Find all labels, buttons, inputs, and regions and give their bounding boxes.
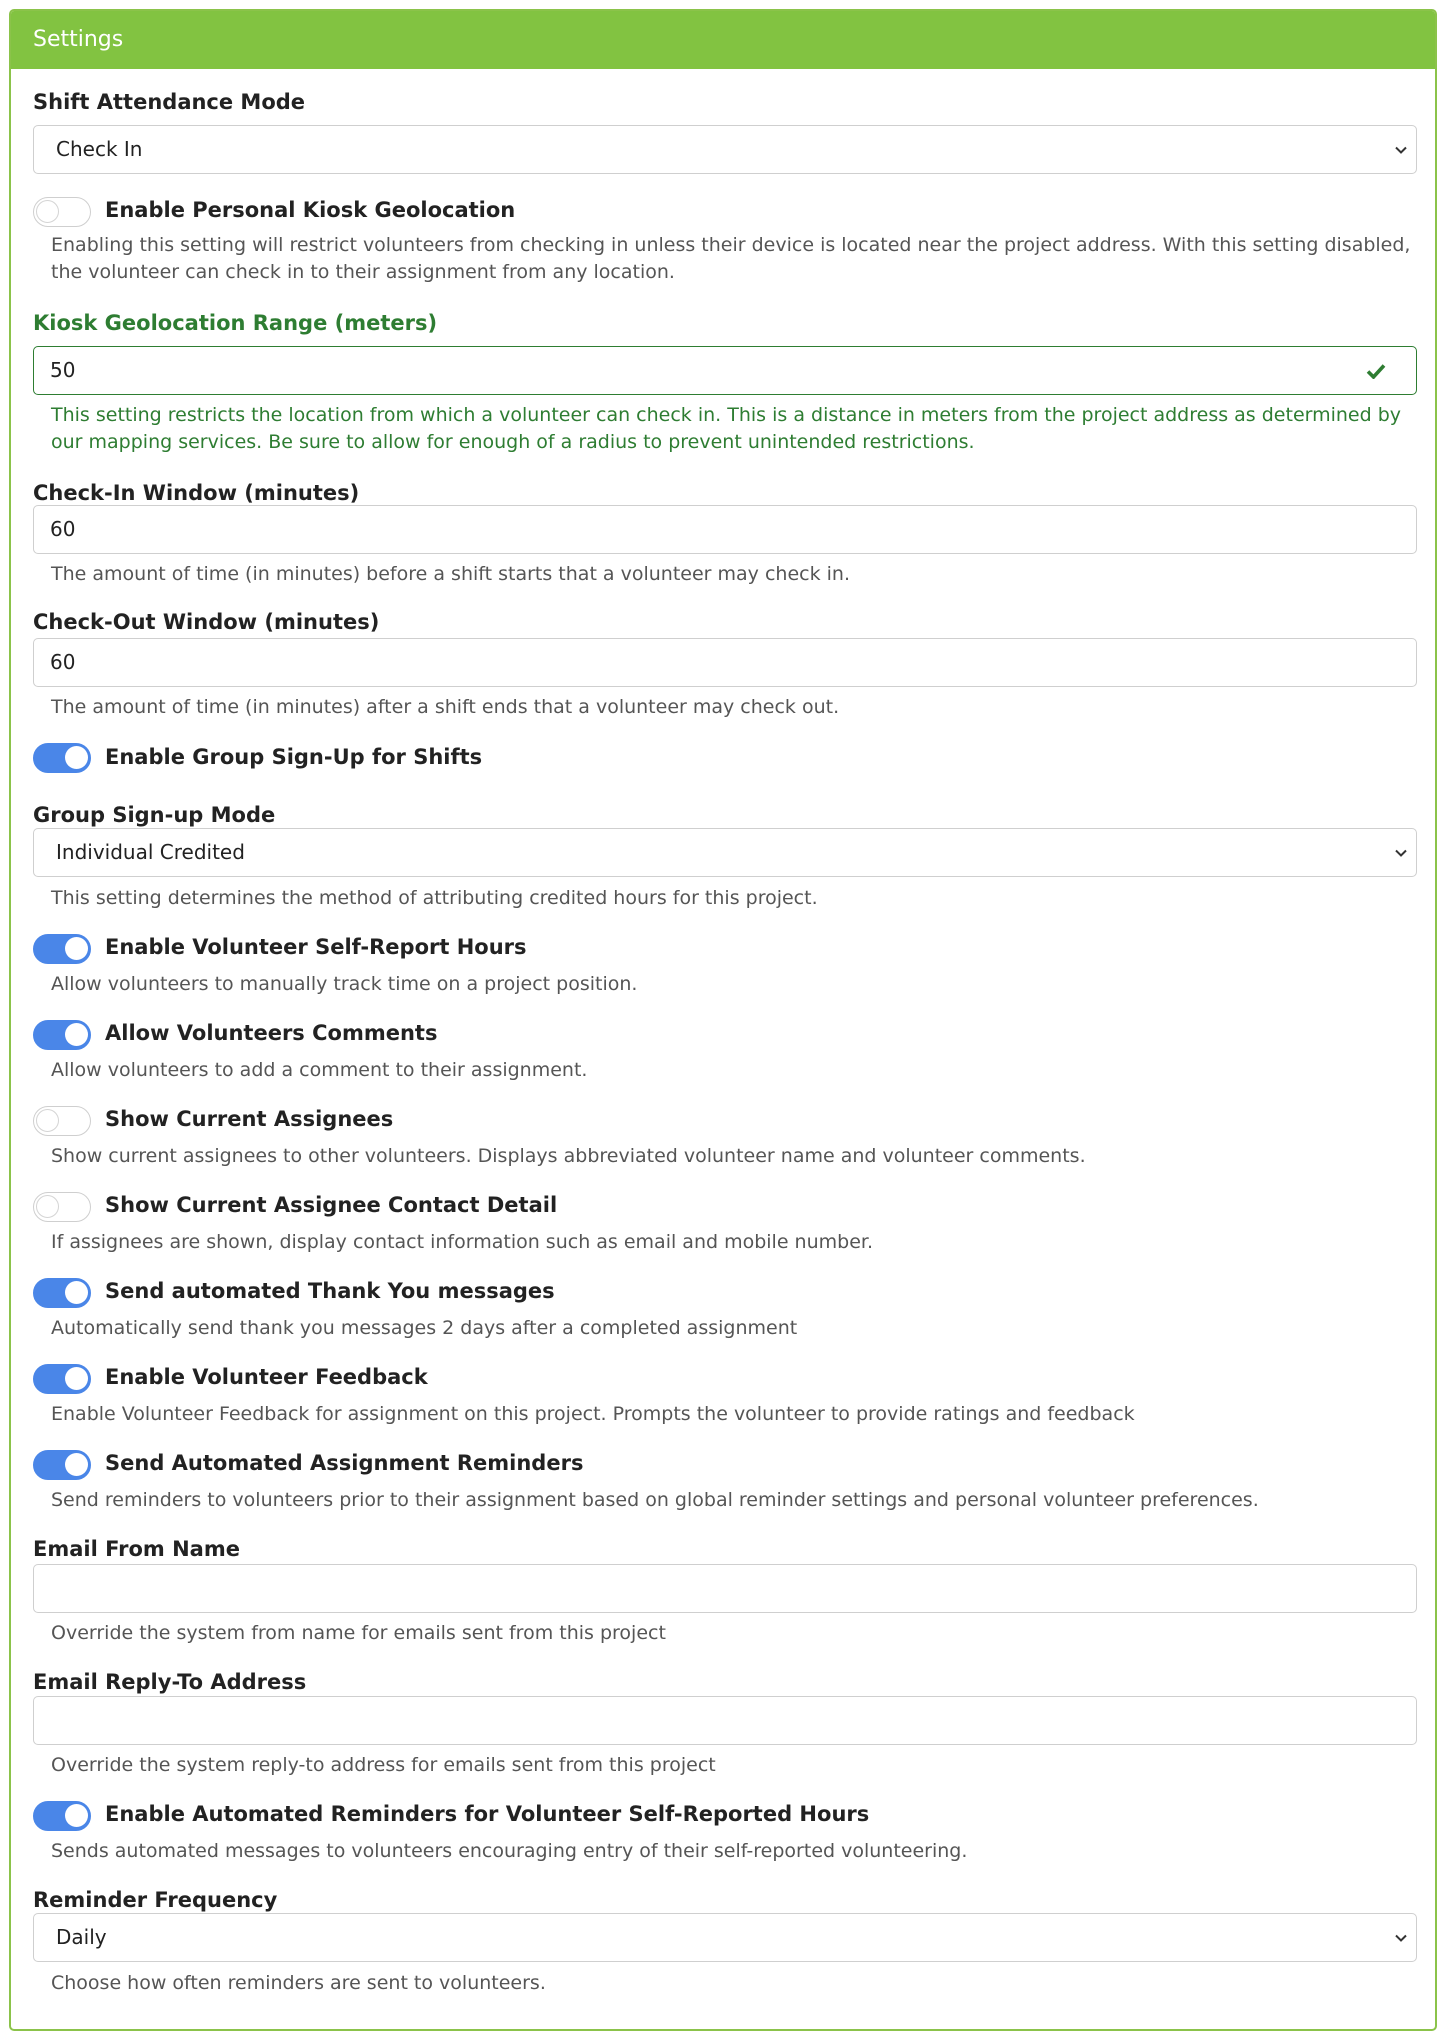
chevron-down-icon: [1392, 1914, 1410, 1961]
show-assignees-help: Show current assignees to other voluntee…: [51, 1145, 1086, 1167]
reply-to-input[interactable]: [33, 1696, 1417, 1745]
card-title: Settings: [33, 27, 124, 52]
checkin-window-value: 60: [50, 517, 76, 541]
reminder-frequency-label: Reminder Frequency: [33, 1888, 278, 1912]
group-mode-select[interactable]: Individual Credited: [33, 828, 1417, 877]
feedback-toggle[interactable]: [33, 1364, 91, 1394]
geo-range-input[interactable]: 50: [33, 346, 1417, 395]
thank-you-label: Send automated Thank You messages: [105, 1279, 555, 1303]
reminder-frequency-select[interactable]: Daily: [33, 1913, 1417, 1962]
reply-to-help: Override the system reply-to address for…: [51, 1754, 716, 1776]
self-report-label: Enable Volunteer Self-Report Hours: [105, 935, 527, 959]
attendance-mode-label: Shift Attendance Mode: [33, 90, 306, 114]
group-mode-help: This setting determines the method of at…: [51, 887, 818, 909]
toggle-knob: [65, 1804, 88, 1827]
kiosk-geolocation-toggle[interactable]: [33, 197, 91, 227]
toggle-knob: [36, 1195, 59, 1218]
checkout-window-help: The amount of time (in minutes) after a …: [51, 696, 840, 718]
assignment-reminders-help: Send reminders to volunteers prior to th…: [51, 1489, 1259, 1511]
comments-toggle[interactable]: [33, 1020, 91, 1050]
attendance-mode-select[interactable]: Check In: [33, 125, 1417, 174]
geo-range-help: This setting restricts the location from…: [51, 404, 1402, 453]
reply-to-label: Email Reply-To Address: [33, 1670, 307, 1694]
toggle-knob: [65, 1367, 88, 1390]
kiosk-geolocation-label: Enable Personal Kiosk Geolocation: [105, 198, 516, 222]
group-signup-toggle[interactable]: [33, 743, 91, 773]
email-from-input[interactable]: [33, 1564, 1417, 1613]
toggle-knob: [36, 200, 59, 223]
toggle-knob: [36, 1109, 59, 1132]
comments-help: Allow volunteers to add a comment to the…: [51, 1059, 588, 1081]
toggle-knob: [65, 1281, 88, 1304]
group-mode-label: Group Sign-up Mode: [33, 803, 276, 827]
group-mode-value: Individual Credited: [56, 840, 245, 864]
show-assignees-label: Show Current Assignees: [105, 1107, 394, 1131]
geo-range-value: 50: [50, 358, 76, 382]
checkout-window-input[interactable]: 60: [33, 638, 1417, 687]
toggle-knob: [65, 937, 88, 960]
toggle-knob: [65, 746, 88, 769]
checkout-window-label: Check-Out Window (minutes): [33, 610, 380, 634]
assignee-contact-help: If assignees are shown, display contact …: [51, 1231, 874, 1253]
assignee-contact-label: Show Current Assignee Contact Detail: [105, 1193, 558, 1217]
assignee-contact-toggle[interactable]: [33, 1192, 91, 1222]
checkin-window-label: Check-In Window (minutes): [33, 481, 360, 505]
self-report-reminders-label: Enable Automated Reminders for Volunteer…: [105, 1802, 870, 1826]
chevron-down-icon: [1392, 126, 1410, 173]
reminder-frequency-help: Choose how often reminders are sent to v…: [51, 1972, 546, 1994]
toggle-knob: [65, 1453, 88, 1476]
group-signup-label: Enable Group Sign-Up for Shifts: [105, 745, 483, 769]
thank-you-toggle[interactable]: [33, 1278, 91, 1308]
comments-label: Allow Volunteers Comments: [105, 1021, 438, 1045]
chevron-down-icon: [1392, 829, 1410, 876]
assignment-reminders-label: Send Automated Assignment Reminders: [105, 1451, 584, 1475]
feedback-help: Enable Volunteer Feedback for assignment…: [51, 1403, 1135, 1425]
assignment-reminders-toggle[interactable]: [33, 1450, 91, 1480]
self-report-help: Allow volunteers to manually track time …: [51, 973, 638, 995]
checkin-window-help: The amount of time (in minutes) before a…: [51, 563, 850, 585]
settings-card: Settings Shift Attendance Mode Check In …: [9, 9, 1437, 2031]
kiosk-geolocation-help: Enabling this setting will restrict volu…: [51, 234, 1411, 283]
email-from-label: Email From Name: [33, 1537, 240, 1561]
reminder-frequency-value: Daily: [56, 1925, 107, 1949]
thank-you-help: Automatically send thank you messages 2 …: [51, 1317, 798, 1339]
feedback-label: Enable Volunteer Feedback: [105, 1365, 428, 1389]
check-icon: [1366, 347, 1386, 394]
self-report-reminders-toggle[interactable]: [33, 1801, 91, 1831]
self-report-toggle[interactable]: [33, 934, 91, 964]
card-header: Settings: [11, 11, 1435, 69]
checkout-window-value: 60: [50, 650, 76, 674]
email-from-help: Override the system from name for emails…: [51, 1622, 666, 1644]
show-assignees-toggle[interactable]: [33, 1106, 91, 1136]
geo-range-label: Kiosk Geolocation Range (meters): [33, 311, 438, 335]
attendance-mode-value: Check In: [56, 137, 143, 161]
checkin-window-input[interactable]: 60: [33, 505, 1417, 554]
self-report-reminders-help: Sends automated messages to volunteers e…: [51, 1840, 968, 1862]
toggle-knob: [65, 1023, 88, 1046]
